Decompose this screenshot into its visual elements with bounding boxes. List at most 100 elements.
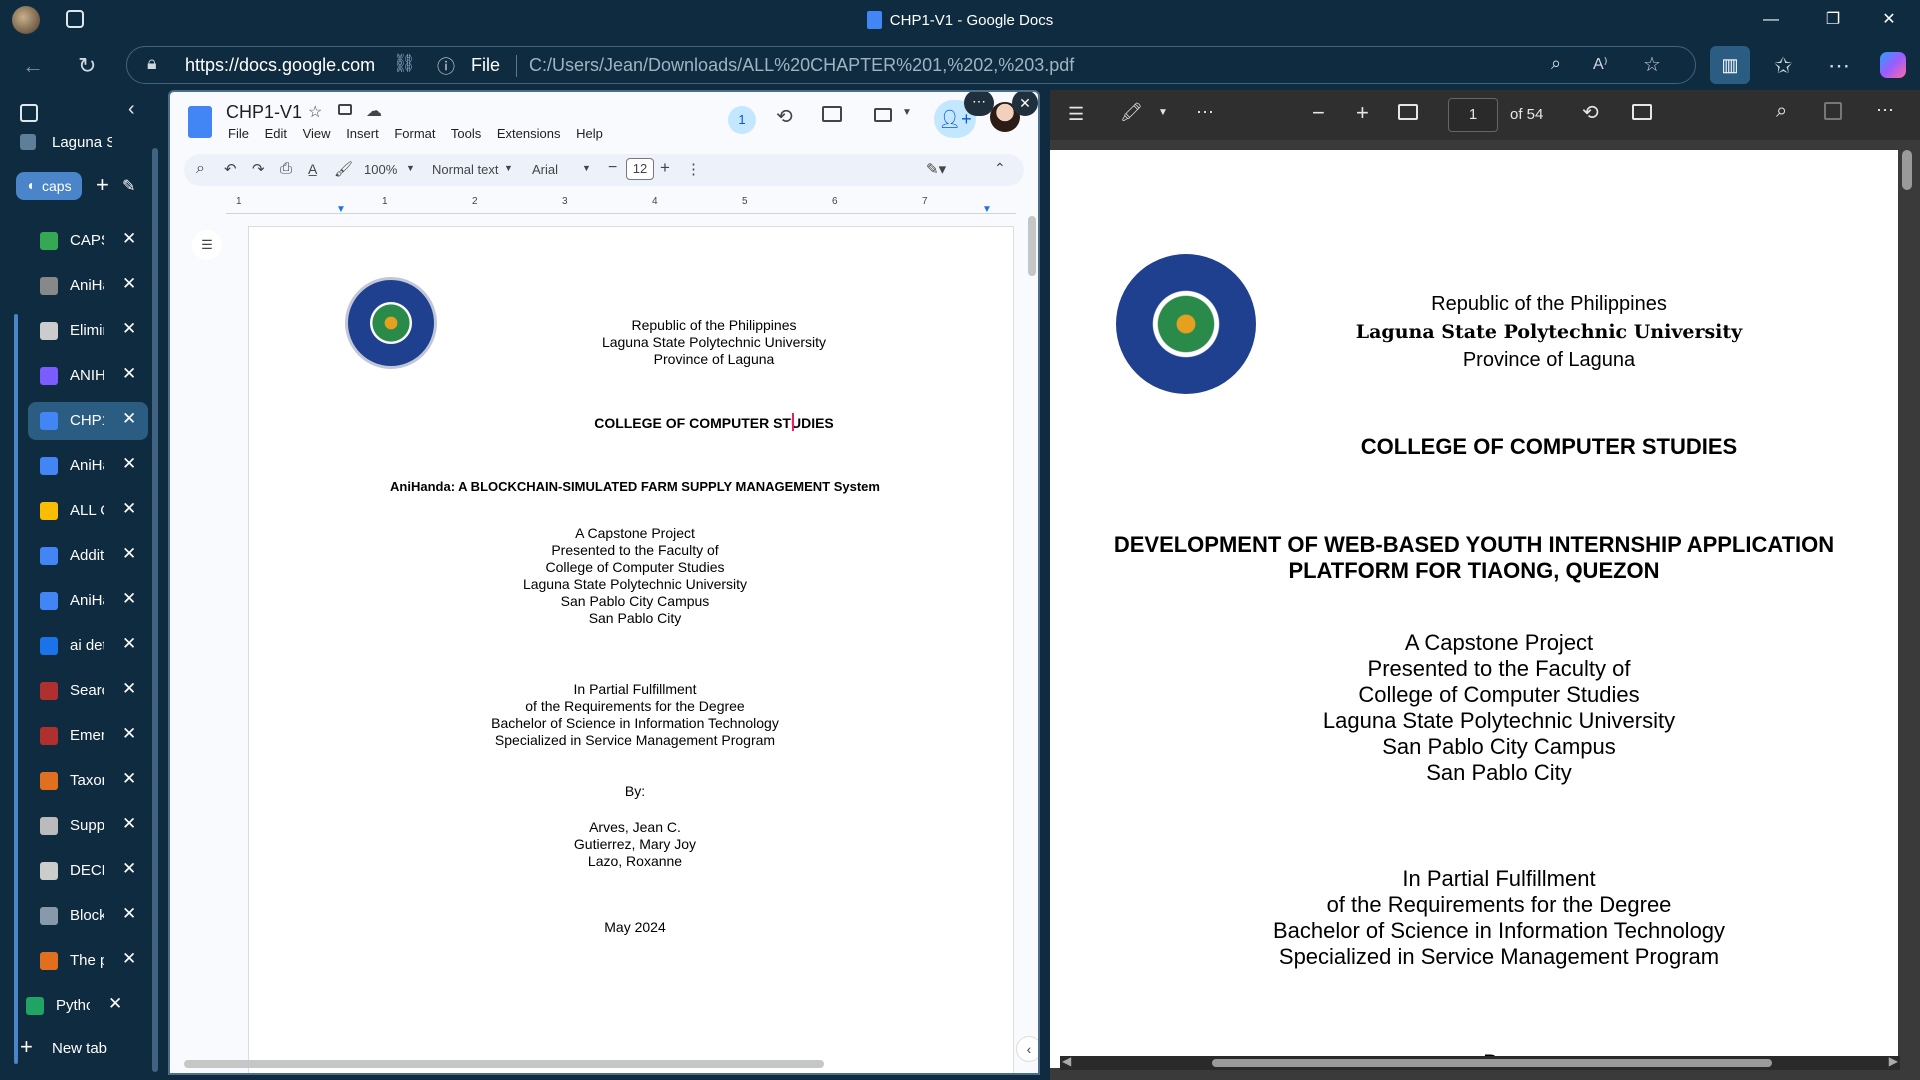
- close-tab-icon[interactable]: ✕: [122, 409, 136, 429]
- style-dropdown-icon[interactable]: ▼: [504, 163, 513, 173]
- docs-horizontal-scrollbar[interactable]: [184, 1060, 824, 1068]
- close-tab-icon[interactable]: ✕: [122, 949, 136, 969]
- close-tab-icon[interactable]: ✕: [122, 769, 136, 789]
- undo-icon[interactable]: ↶: [224, 160, 237, 178]
- fit-page-icon[interactable]: [1398, 104, 1418, 120]
- table-of-contents-icon[interactable]: ☰: [1068, 104, 1084, 125]
- page-number-input[interactable]: 1: [1448, 98, 1498, 132]
- close-pane-icon[interactable]: ✕: [1012, 92, 1038, 116]
- back-icon[interactable]: ←: [22, 53, 44, 79]
- link-icon[interactable]: ⛓: [393, 53, 416, 74]
- split-screen-icon[interactable]: ▥: [1710, 46, 1750, 84]
- sidebar-tab[interactable]: Blockc ✕: [28, 897, 148, 935]
- pdf-horizontal-scrollbar[interactable]: [1212, 1059, 1772, 1067]
- scroll-right-icon[interactable]: ▶: [1889, 1054, 1898, 1068]
- font-size-input[interactable]: 12: [626, 158, 654, 180]
- close-tab-icon[interactable]: ✕: [122, 679, 136, 699]
- left-indent-marker[interactable]: ▼: [336, 204, 346, 215]
- close-tab-icon[interactable]: ✕: [122, 274, 136, 294]
- pdf-vertical-scrollbar[interactable]: [1902, 150, 1912, 190]
- zoom-dropdown-icon[interactable]: ▼: [406, 163, 415, 173]
- docs-logo-icon[interactable]: [188, 106, 212, 138]
- cloud-status-icon[interactable]: ☁: [366, 101, 382, 121]
- sidebar-tab[interactable]: ANIHA ✕: [28, 357, 148, 395]
- pinned-tab[interactable]: Laguna S: [20, 132, 140, 156]
- paint-format-icon[interactable]: 🖌︎: [334, 160, 353, 178]
- edit-group-icon[interactable]: ✎: [122, 176, 135, 196]
- sidebar-tab[interactable]: CHP1- ✕: [28, 402, 148, 440]
- sidebar-tab[interactable]: Emerg ✕: [28, 717, 148, 755]
- doc-title[interactable]: CHP1-V1: [226, 102, 302, 123]
- more-icon[interactable]: ⋯: [1828, 53, 1850, 79]
- menu-format[interactable]: Format: [394, 126, 435, 141]
- more-tools-icon[interactable]: ⋯: [1196, 102, 1214, 123]
- sidebar-tab[interactable]: Python T ✕: [14, 987, 134, 1025]
- close-tab-icon[interactable]: ✕: [122, 229, 136, 249]
- sidebar-scrollbar[interactable]: [152, 148, 158, 1072]
- font-dropdown-icon[interactable]: ▼: [582, 163, 591, 173]
- move-folder-icon[interactable]: [338, 104, 352, 115]
- pdf-page[interactable]: Republic of the Philippines Laguna State…: [1050, 150, 1898, 1068]
- close-tab-icon[interactable]: ✕: [122, 724, 136, 744]
- sidebar-tab[interactable]: The pi ✕: [28, 942, 148, 980]
- close-window-button[interactable]: ✕: [1874, 8, 1904, 32]
- lock-icon[interactable]: 🔒︎: [147, 53, 157, 74]
- url-host[interactable]: https://docs.google.com: [185, 55, 375, 76]
- style-select[interactable]: Normal text: [432, 162, 498, 177]
- close-tab-icon[interactable]: ✕: [122, 634, 136, 654]
- star-icon[interactable]: ☆: [308, 102, 322, 122]
- print-icon[interactable]: ⎙: [280, 160, 292, 177]
- side-panel-toggle-icon[interactable]: ‹: [1016, 1036, 1038, 1062]
- hide-menus-icon[interactable]: ⌃: [994, 160, 1006, 177]
- close-tab-icon[interactable]: ✕: [122, 904, 136, 924]
- menu-view[interactable]: View: [303, 126, 331, 141]
- zoom-in-icon[interactable]: +: [1356, 100, 1369, 126]
- editing-mode-icon[interactable]: ✎▾: [926, 160, 946, 178]
- close-tab-icon[interactable]: ✕: [122, 319, 136, 339]
- refresh-icon[interactable]: ↻: [78, 53, 96, 79]
- close-tab-icon[interactable]: ✕: [122, 859, 136, 879]
- menu-insert[interactable]: Insert: [346, 126, 379, 141]
- collaborator-badge[interactable]: 1: [728, 106, 756, 134]
- info-icon[interactable]: ⓘ: [437, 53, 455, 79]
- sidebar-tab[interactable]: ai dete ✕: [28, 627, 148, 665]
- close-tab-icon[interactable]: ✕: [122, 499, 136, 519]
- close-tab-icon[interactable]: ✕: [122, 454, 136, 474]
- redo-icon[interactable]: ↷: [252, 160, 265, 178]
- url-bar[interactable]: 🔒︎ https://docs.google.com ⛓ ⓘ File C:/U…: [126, 46, 1696, 84]
- docs-vertical-scrollbar[interactable]: [1028, 216, 1036, 276]
- collapse-sidebar-icon[interactable]: ‹: [128, 98, 135, 121]
- menu-file[interactable]: File: [228, 126, 249, 141]
- zoom-out-icon[interactable]: −: [1312, 100, 1325, 126]
- outline-icon[interactable]: ☰: [192, 230, 222, 260]
- menu-help[interactable]: Help: [576, 126, 603, 141]
- pdf-path[interactable]: C:/Users/Jean/Downloads/ALL%20CHAPTER%20…: [529, 55, 1074, 76]
- new-tab-button[interactable]: + New tab: [20, 1034, 140, 1066]
- close-tab-icon[interactable]: ✕: [122, 589, 136, 609]
- search-menus-icon[interactable]: ⌕: [196, 160, 205, 178]
- favorites-icon[interactable]: ✩: [1774, 53, 1792, 79]
- copilot-icon[interactable]: [1880, 52, 1906, 78]
- close-tab-icon[interactable]: ✕: [108, 994, 122, 1014]
- increase-size-icon[interactable]: +: [660, 158, 670, 178]
- close-tab-icon[interactable]: ✕: [122, 814, 136, 834]
- sidebar-tab[interactable]: Searcl ✕: [28, 672, 148, 710]
- more-options-icon[interactable]: ⋯: [964, 92, 994, 116]
- close-tab-icon[interactable]: ✕: [122, 544, 136, 564]
- sidebar-tab[interactable]: ALL Cl ✕: [28, 492, 148, 530]
- save-icon[interactable]: [1824, 102, 1842, 120]
- rotate-icon[interactable]: ⟲: [1582, 100, 1599, 125]
- menu-extensions[interactable]: Extensions: [497, 126, 561, 141]
- sidebar-tab[interactable]: AniHa ✕: [28, 447, 148, 485]
- spellcheck-icon[interactable]: A̲: [308, 161, 317, 177]
- menu-tools[interactable]: Tools: [451, 126, 481, 141]
- minimize-button[interactable]: —: [1756, 8, 1786, 32]
- right-indent-marker[interactable]: ▼: [982, 204, 992, 215]
- maximize-button[interactable]: ❐: [1818, 8, 1848, 32]
- search-icon[interactable]: ⌕: [1776, 100, 1787, 123]
- sidebar-tab[interactable]: Taxon ✕: [28, 762, 148, 800]
- decrease-size-icon[interactable]: −: [608, 159, 617, 177]
- sidebar-tab[interactable]: Additi ✕: [28, 537, 148, 575]
- sidebar-tab[interactable]: AniHa ✕: [28, 582, 148, 620]
- close-tab-icon[interactable]: ✕: [122, 364, 136, 384]
